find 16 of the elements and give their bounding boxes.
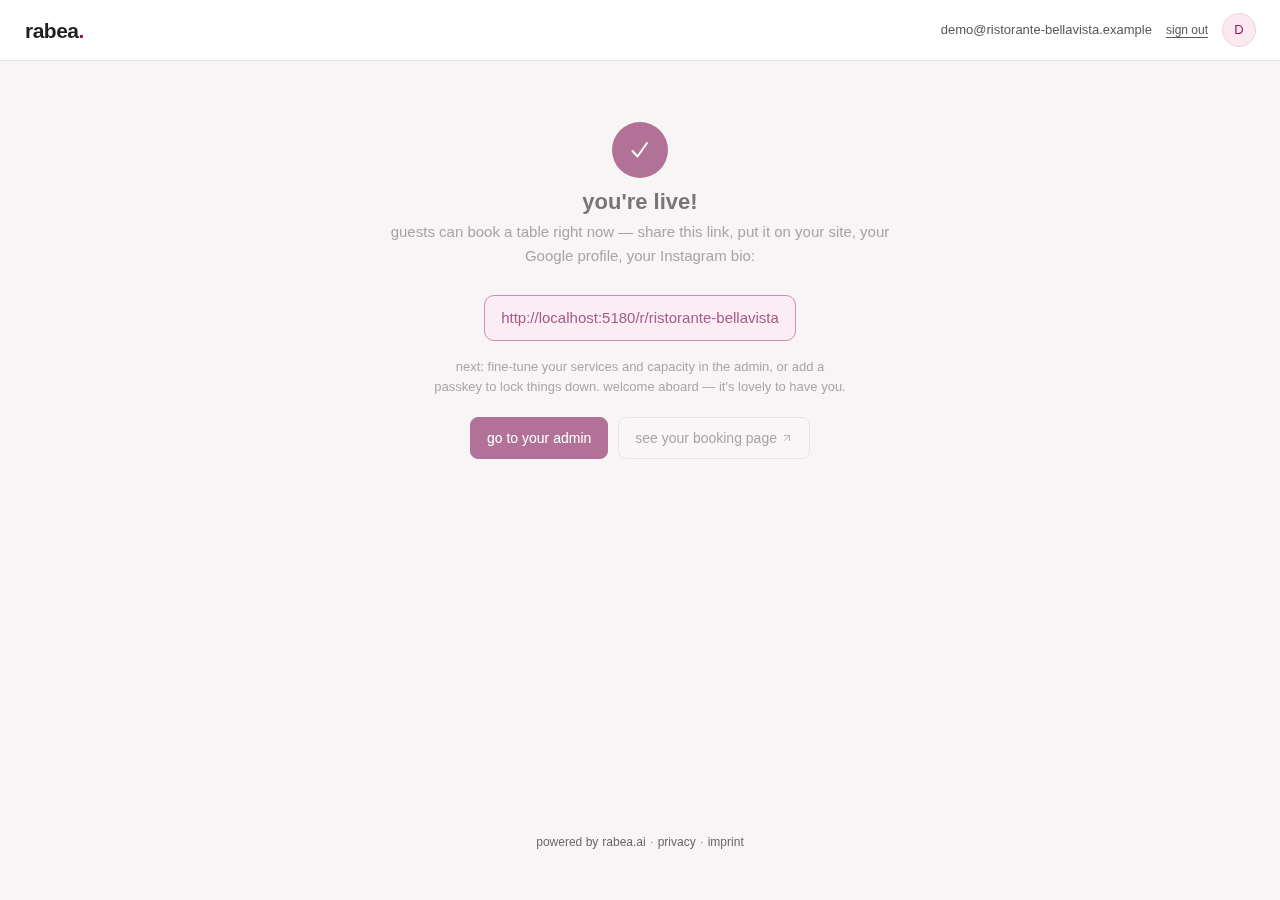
success-description: guests can book a table right now — share this link, put it on your site, your Google profile, your Instagram bio: [389, 222, 891, 266]
user-avatar[interactable]: D [1222, 13, 1256, 47]
separator-dot: · [699, 834, 704, 851]
next-steps-text: next: fine-tune your services and capacity in the admin, or add a passkey to lock things down. welcome aboard — it's lovely to have you. [433, 358, 847, 396]
footer-link[interactable]: privacy [657, 833, 696, 851]
success-title: you're live! [582, 188, 698, 216]
logo[interactable]: rabea. [25, 19, 84, 41]
footer-text: powered by [536, 834, 599, 851]
separator-dot: · [649, 834, 654, 851]
check-circle-icon [612, 122, 668, 178]
sign-out-link[interactable]: sign out [1165, 21, 1208, 39]
booking-link-field[interactable]: http://localhost:5180/r/ristorante-bellavista [484, 295, 796, 341]
footer-link[interactable]: rabea.ai [602, 833, 646, 851]
footer-link[interactable]: imprint [707, 833, 744, 851]
account-email: demo@ristorante-bellavista.example [940, 21, 1152, 40]
admin-button[interactable]: go to your admin [470, 417, 609, 459]
